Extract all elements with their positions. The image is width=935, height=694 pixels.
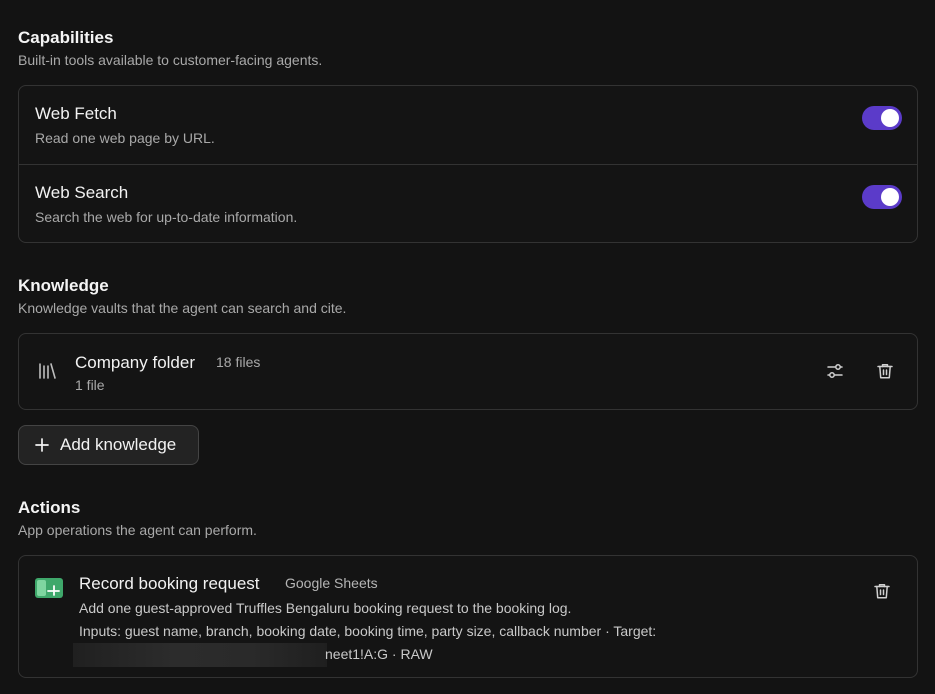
action-target-tail: neet1!A:G · RAW: [325, 645, 433, 662]
capabilities-card: Web Fetch Read one web page by URL. Web …: [18, 85, 918, 243]
vault-subtext: 1 file: [75, 377, 105, 393]
trash-icon: [877, 364, 893, 379]
plus-icon: [35, 438, 49, 452]
knowledge-title: Knowledge: [18, 276, 109, 295]
action-description: Add one guest-approved Truffles Bengalur…: [79, 600, 572, 616]
web-search-toggle[interactable]: [862, 185, 902, 209]
action-delete-button[interactable]: [869, 578, 895, 604]
redacted-target: [73, 643, 327, 667]
toggle-knob: [881, 109, 899, 127]
sliders-icon: [827, 364, 843, 378]
toggle-knob: [881, 188, 899, 206]
add-knowledge-button[interactable]: Add knowledge: [18, 425, 199, 465]
actions-subtitle: App operations the agent can perform.: [18, 522, 257, 538]
action-row[interactable]: Record booking request Google Sheets Add…: [18, 555, 918, 678]
web-fetch-toggle[interactable]: [862, 106, 902, 130]
knowledge-vault-row[interactable]: Company folder 18 files 1 file: [18, 333, 918, 410]
library-icon: [39, 363, 56, 379]
vault-settings-button[interactable]: [822, 358, 848, 384]
capability-web-search: Web Search Search the web for up-to-date…: [19, 164, 917, 242]
capability-name: Web Search: [35, 183, 129, 202]
knowledge-subtitle: Knowledge vaults that the agent can sear…: [18, 300, 347, 316]
capability-web-fetch: Web Fetch Read one web page by URL.: [19, 86, 917, 164]
google-sheets-icon: [35, 578, 63, 598]
vault-delete-button[interactable]: [872, 358, 898, 384]
action-app-name: Google Sheets: [285, 575, 378, 591]
action-title: Record booking request: [79, 574, 260, 593]
action-inputs: Inputs: guest name, branch, booking date…: [79, 623, 657, 639]
capabilities-subtitle: Built-in tools available to customer-fac…: [18, 52, 323, 68]
actions-title: Actions: [18, 498, 81, 517]
vault-file-count: 18 files: [216, 354, 261, 370]
vault-name: Company folder: [75, 353, 196, 372]
capability-description: Search the web for up-to-date informatio…: [35, 209, 298, 225]
add-knowledge-label: Add knowledge: [60, 435, 177, 454]
capability-description: Read one web page by URL.: [35, 130, 215, 146]
capability-name: Web Fetch: [35, 104, 117, 123]
action-target: neet1!A:G · RAW: [73, 643, 433, 667]
trash-icon: [874, 584, 890, 599]
capabilities-title: Capabilities: [18, 28, 114, 47]
